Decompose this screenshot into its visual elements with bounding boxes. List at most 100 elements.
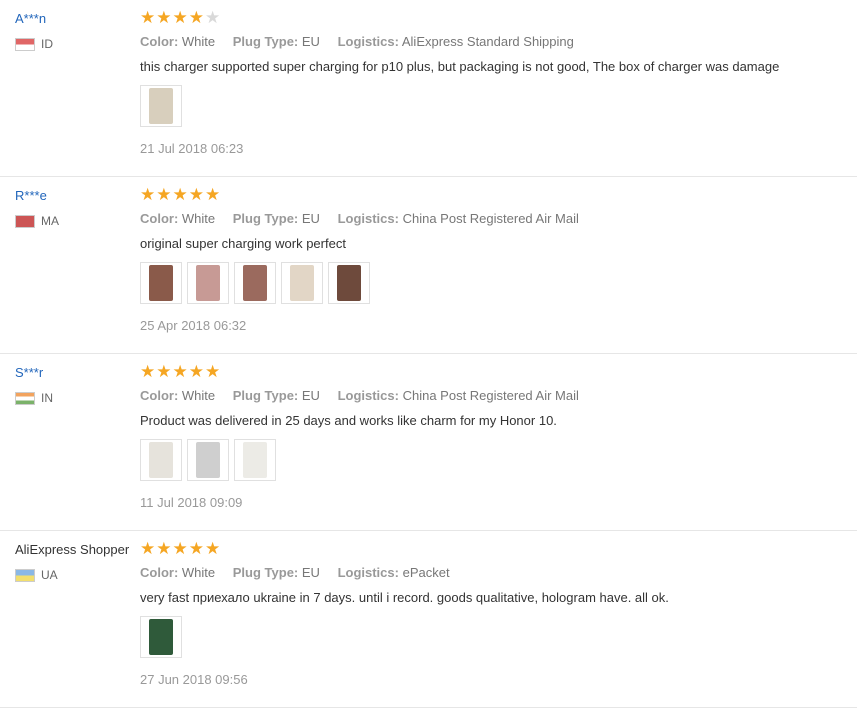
star-icon: ★: [205, 8, 222, 27]
reviewer-name[interactable]: S***r: [15, 365, 140, 381]
review-date: 21 Jul 2018 06:23: [140, 141, 244, 156]
photo-image: [149, 442, 173, 478]
order-attributes: Color: White Plug Type: EU Logistics: eP…: [140, 565, 847, 581]
plug-type-attribute: Plug Type: EU: [232, 388, 320, 403]
star-icon: ★: [188, 8, 205, 27]
review-photos: [140, 439, 847, 481]
reviewer-name: AliExpress Shopper: [15, 542, 130, 557]
photo-image: [290, 265, 314, 301]
review-comment: this charger supported super charging fo…: [140, 59, 780, 74]
star-icon: ★: [172, 8, 189, 27]
order-attributes: Color: White Plug Type: EU Logistics: Ch…: [140, 388, 847, 404]
reviewer-country: ID: [15, 37, 140, 51]
reviewer-country: MA: [15, 214, 140, 228]
flag-icon: [15, 214, 35, 228]
flag-icon: [15, 568, 35, 582]
review-item: A***n ID ★★★★★ Color: White Plug Type: E…: [0, 0, 857, 177]
logistics-attribute: Logistics: ePacket: [337, 565, 450, 580]
logistics-attribute: Logistics: China Post Registered Air Mai…: [337, 211, 579, 226]
flag-icon: [15, 391, 35, 405]
photo-thumbnail[interactable]: [187, 439, 229, 481]
review-content: ★★★★★ Color: White Plug Type: EU Logisti…: [140, 9, 847, 156]
review-item: S***r IN ★★★★★ Color: White Plug Type: E…: [0, 354, 857, 531]
review-comment: original super charging work perfect: [140, 236, 346, 251]
star-icon: ★: [188, 539, 205, 558]
color-attribute: Color: White: [140, 34, 216, 49]
photo-image: [149, 88, 173, 124]
photo-thumbnail[interactable]: [140, 616, 182, 658]
photo-image: [196, 442, 220, 478]
review-content: ★★★★★ Color: White Plug Type: EU Logisti…: [140, 186, 847, 333]
review-date: 25 Apr 2018 06:32: [140, 318, 247, 333]
photo-image: [149, 619, 173, 655]
star-icon: ★: [140, 362, 157, 381]
reviewer-country: IN: [15, 391, 140, 405]
star-icon: ★: [172, 185, 189, 204]
country-code: IN: [41, 391, 53, 405]
review-list: A***n ID ★★★★★ Color: White Plug Type: E…: [0, 0, 857, 708]
photo-thumbnail[interactable]: [140, 262, 182, 304]
flag-icon: [15, 37, 35, 51]
photo-thumbnail[interactable]: [281, 262, 323, 304]
photo-image: [337, 265, 361, 301]
star-rating: ★★★★★: [140, 186, 847, 204]
star-icon: ★: [156, 8, 173, 27]
reviewer-name[interactable]: A***n: [15, 11, 140, 27]
color-attribute: Color: White: [140, 388, 216, 403]
photo-thumbnail[interactable]: [140, 85, 182, 127]
review-photos: [140, 262, 847, 304]
star-icon: ★: [140, 539, 157, 558]
photo-thumbnail[interactable]: [234, 439, 276, 481]
reviewer-info: R***e MA: [15, 188, 140, 228]
plug-type-attribute: Plug Type: EU: [232, 211, 320, 226]
star-rating: ★★★★★: [140, 363, 847, 381]
review-item: AliExpress Shopper UA ★★★★★ Color: White…: [0, 531, 857, 708]
logistics-attribute: Logistics: AliExpress Standard Shipping: [337, 34, 574, 49]
photo-thumbnail[interactable]: [187, 262, 229, 304]
logistics-attribute: Logistics: China Post Registered Air Mai…: [337, 388, 579, 403]
country-code: ID: [41, 37, 53, 51]
reviewer-info: S***r IN: [15, 365, 140, 405]
review-comment: Product was delivered in 25 days and wor…: [140, 413, 557, 428]
order-attributes: Color: White Plug Type: EU Logistics: Ch…: [140, 211, 847, 227]
reviewer-info: AliExpress Shopper UA: [15, 542, 140, 582]
review-photos: [140, 616, 847, 658]
country-code: UA: [41, 568, 58, 582]
color-attribute: Color: White: [140, 565, 216, 580]
color-attribute: Color: White: [140, 211, 216, 226]
photo-thumbnail[interactable]: [234, 262, 276, 304]
photo-thumbnail[interactable]: [328, 262, 370, 304]
photo-image: [243, 265, 267, 301]
star-icon: ★: [205, 362, 222, 381]
star-icon: ★: [156, 362, 173, 381]
star-icon: ★: [205, 185, 222, 204]
plug-type-attribute: Plug Type: EU: [232, 565, 320, 580]
reviewer-country: UA: [15, 568, 140, 582]
order-attributes: Color: White Plug Type: EU Logistics: Al…: [140, 34, 847, 50]
review-content: ★★★★★ Color: White Plug Type: EU Logisti…: [140, 363, 847, 510]
country-code: MA: [41, 214, 59, 228]
review-content: ★★★★★ Color: White Plug Type: EU Logisti…: [140, 540, 847, 687]
star-icon: ★: [156, 185, 173, 204]
review-photos: [140, 85, 847, 127]
star-rating: ★★★★★: [140, 540, 847, 558]
photo-image: [149, 265, 173, 301]
photo-image: [196, 265, 220, 301]
photo-image: [243, 442, 267, 478]
review-comment: very fast приехало ukraine in 7 days. un…: [140, 590, 669, 605]
star-icon: ★: [172, 362, 189, 381]
star-icon: ★: [188, 185, 205, 204]
review-date: 27 Jun 2018 09:56: [140, 672, 248, 687]
review-date: 11 Jul 2018 09:09: [140, 495, 243, 510]
review-item: R***e MA ★★★★★ Color: White Plug Type: E…: [0, 177, 857, 354]
star-rating: ★★★★★: [140, 9, 847, 27]
star-icon: ★: [140, 8, 157, 27]
photo-thumbnail[interactable]: [140, 439, 182, 481]
plug-type-attribute: Plug Type: EU: [232, 34, 320, 49]
star-icon: ★: [172, 539, 189, 558]
reviewer-info: A***n ID: [15, 11, 140, 51]
star-icon: ★: [205, 539, 222, 558]
reviewer-name[interactable]: R***e: [15, 188, 140, 204]
star-icon: ★: [188, 362, 205, 381]
star-icon: ★: [140, 185, 157, 204]
